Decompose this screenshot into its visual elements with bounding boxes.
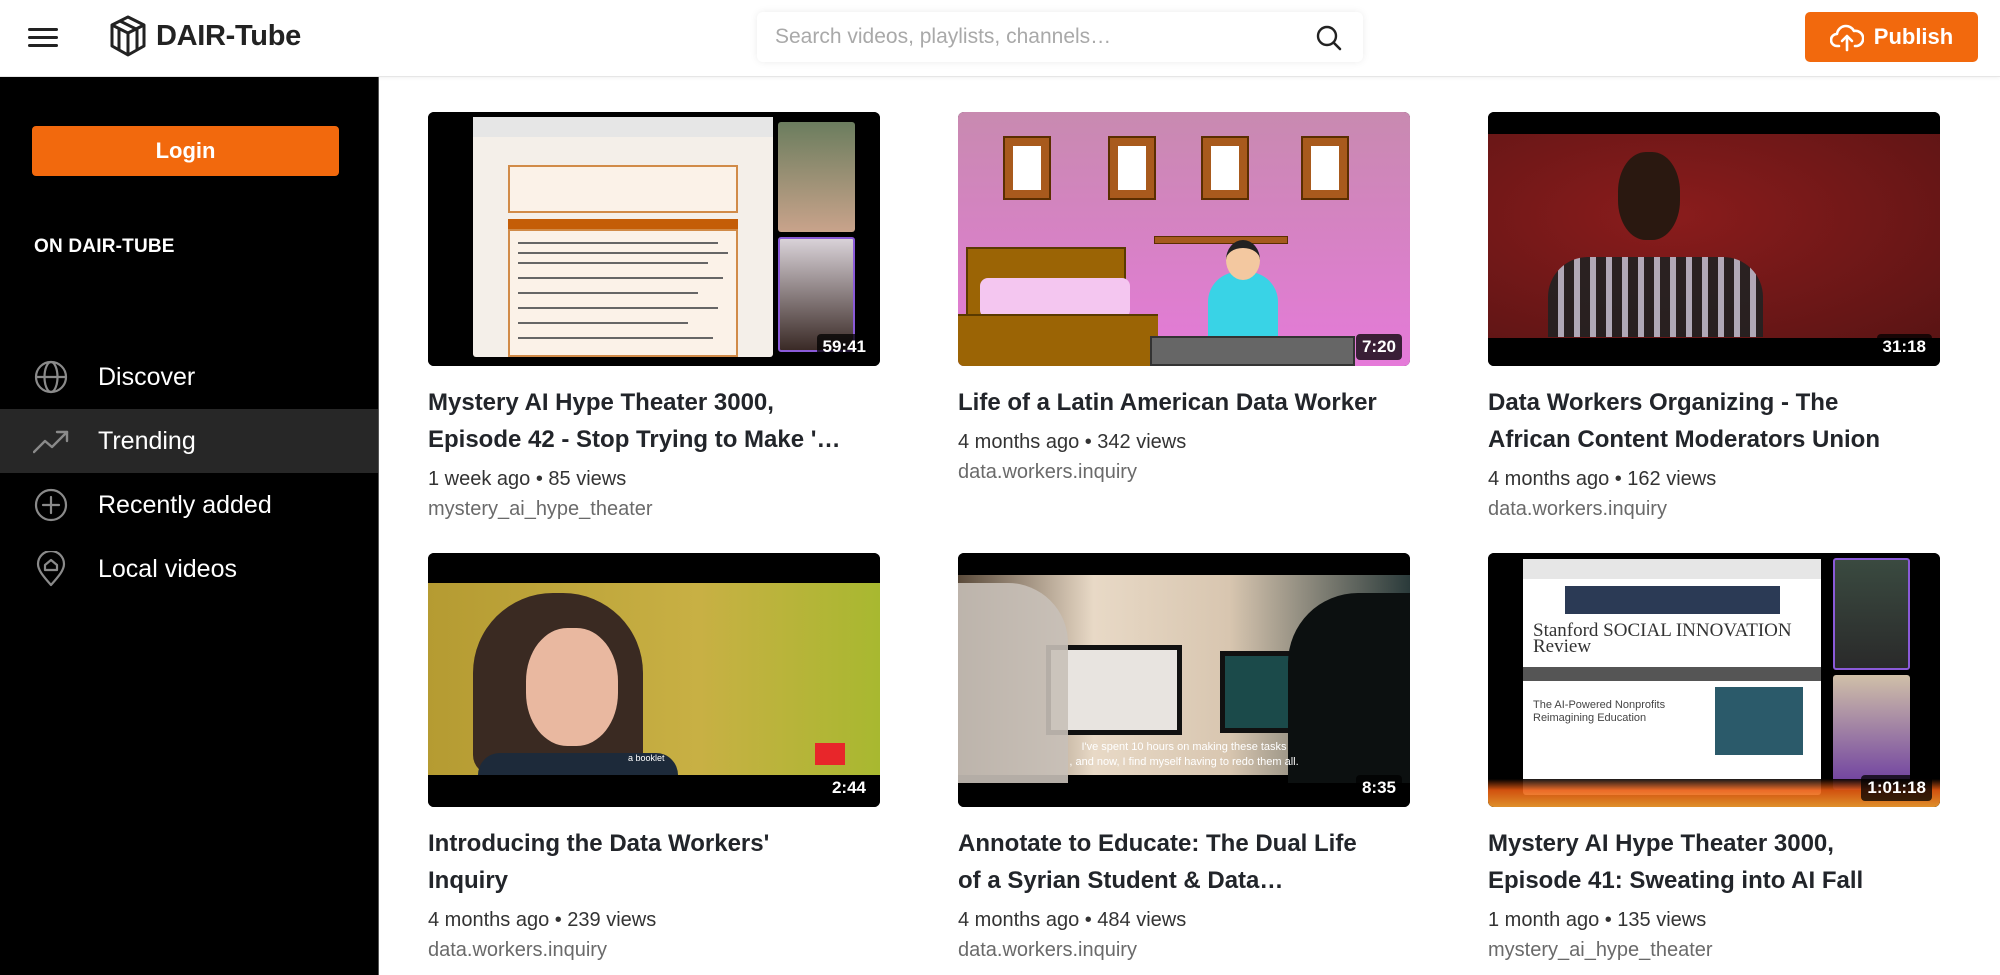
video-meta: 4 months ago • 239 views <box>428 909 657 931</box>
trending-up-icon <box>33 423 69 459</box>
cloud-upload-icon <box>1829 24 1864 52</box>
thumbnail-caption: I've spent 10 hours on making these task… <box>1081 741 1287 753</box>
video-card: 59:41 Mystery AI Hype Theater 3000, Epis… <box>428 112 880 524</box>
sidebar-item-recently-added[interactable]: Recently added <box>0 473 378 537</box>
video-card: 31:18 Data Workers Organizing - The Afri… <box>1488 112 1940 524</box>
video-channel[interactable]: mystery_ai_hype_theater <box>1488 935 1940 965</box>
video-duration: 2:44 <box>825 775 872 801</box>
thumbnail-caption: , and now, I find myself having to redo … <box>1069 756 1299 768</box>
search-bar <box>757 12 1363 62</box>
sidebar-section-title: ON DAIR-TUBE <box>34 236 175 257</box>
app-title: DAIR-Tube <box>156 19 301 52</box>
thumbnail-headline: The AI-Powered Nonprofits Reimagining Ed… <box>1533 699 1666 724</box>
video-duration: 59:41 <box>816 334 872 360</box>
app-logo[interactable]: DAIR-Tube <box>108 14 301 58</box>
thumbnail-image <box>428 112 880 366</box>
sidebar-item-label: Discover <box>98 362 196 391</box>
thumbnail-image: Stanford SOCIAL INNOVATION Review The AI… <box>1488 553 1940 807</box>
video-card: 7:20 Life of a Latin American Data Worke… <box>958 112 1410 487</box>
globe-icon <box>33 359 69 395</box>
video-meta: 4 months ago • 162 views <box>1488 468 1717 490</box>
video-title[interactable]: Annotate to Educate: The Dual Life of a … <box>958 825 1378 899</box>
video-title[interactable]: Data Workers Organizing - The African Co… <box>1488 384 1908 458</box>
video-duration: 8:35 <box>1355 775 1402 801</box>
thumbnail-image: I've spent 10 hours on making these task… <box>958 553 1410 807</box>
video-channel[interactable]: mystery_ai_hype_theater <box>428 494 880 524</box>
video-meta: 1 month ago • 135 views <box>1488 909 1707 931</box>
thumbnail-image <box>958 112 1410 366</box>
sidebar-item-label: Recently added <box>98 490 272 519</box>
video-grid: 59:41 Mystery AI Hype Theater 3000, Epis… <box>379 77 2000 975</box>
search-icon[interactable] <box>1315 24 1343 52</box>
login-button[interactable]: Login <box>32 126 339 176</box>
video-thumbnail[interactable]: 59:41 <box>428 112 880 366</box>
thumbnail-site-title: Stanford SOCIAL INNOVATION Review <box>1533 620 1792 657</box>
video-channel[interactable]: data.workers.inquiry <box>1488 494 1940 524</box>
video-thumbnail[interactable]: Stanford SOCIAL INNOVATION Review The AI… <box>1488 553 1940 807</box>
video-thumbnail[interactable]: 31:18 <box>1488 112 1940 366</box>
video-card: I've spent 10 hours on making these task… <box>958 553 1410 965</box>
video-card: Stanford SOCIAL INNOVATION Review The AI… <box>1488 553 1940 965</box>
video-channel[interactable]: data.workers.inquiry <box>958 457 1410 487</box>
publish-label: Publish <box>1873 24 1954 49</box>
sidebar-item-label: Local videos <box>98 554 237 583</box>
video-channel[interactable]: data.workers.inquiry <box>958 935 1410 965</box>
thumbnail-image <box>1488 112 1940 366</box>
sidebar: Login ON DAIR-TUBE Discover Trending Rec… <box>0 77 379 975</box>
video-title[interactable]: Mystery AI Hype Theater 3000, Episode 42… <box>428 384 848 458</box>
video-title[interactable]: Introducing the Data Workers' Inquiry <box>428 825 848 899</box>
sidebar-item-local-videos[interactable]: Local videos <box>0 537 378 601</box>
video-meta: 4 months ago • 484 views <box>958 909 1187 931</box>
cube-logo-icon <box>110 15 146 57</box>
video-card: a booklet 2:44 Introducing the Data Work… <box>428 553 880 965</box>
video-title[interactable]: Life of a Latin American Data Worker <box>958 384 1378 421</box>
video-thumbnail[interactable]: I've spent 10 hours on making these task… <box>958 553 1410 807</box>
video-title[interactable]: Mystery AI Hype Theater 3000, Episode 41… <box>1488 825 1908 899</box>
thumbnail-image: a booklet <box>428 553 880 807</box>
publish-button[interactable]: Publish <box>1805 12 1978 62</box>
video-thumbnail[interactable]: a booklet 2:44 <box>428 553 880 807</box>
video-meta: 4 months ago • 342 views <box>958 431 1187 453</box>
sidebar-item-label: Trending <box>98 426 196 455</box>
search-input[interactable] <box>757 12 1297 62</box>
sidebar-nav: Discover Trending Recently added Local v… <box>0 345 378 601</box>
thumbnail-caption: a booklet <box>628 753 665 763</box>
plus-circle-icon <box>33 487 69 523</box>
top-header: DAIR-Tube Publish <box>0 0 2000 77</box>
video-duration: 31:18 <box>1876 334 1932 360</box>
sidebar-item-discover[interactable]: Discover <box>0 345 378 409</box>
hamburger-menu-icon[interactable] <box>28 24 60 50</box>
video-duration: 7:20 <box>1355 334 1402 360</box>
video-thumbnail[interactable]: 7:20 <box>958 112 1410 366</box>
video-channel[interactable]: data.workers.inquiry <box>428 935 880 965</box>
home-pin-icon <box>33 551 69 587</box>
video-meta: 1 week ago • 85 views <box>428 468 627 490</box>
sidebar-item-trending[interactable]: Trending <box>0 409 378 473</box>
video-duration: 1:01:18 <box>1861 775 1932 801</box>
